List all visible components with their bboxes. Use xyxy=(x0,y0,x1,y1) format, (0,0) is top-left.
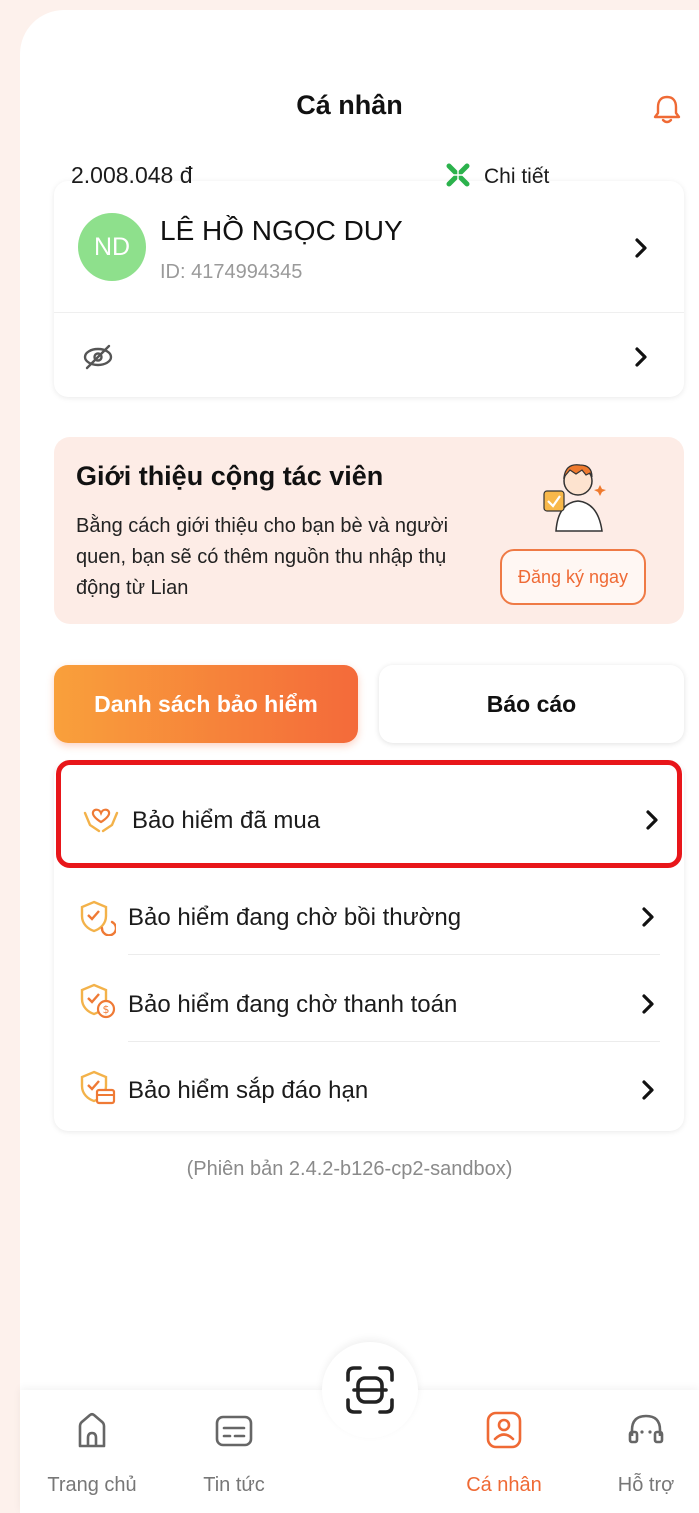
shield-refresh-icon xyxy=(80,900,116,936)
chevron-right-icon[interactable] xyxy=(634,346,648,368)
svg-text:$: $ xyxy=(103,1003,110,1016)
list-item-purchased[interactable]: Bảo hiểm đã mua xyxy=(54,763,684,868)
nav-label: Hỗ trợ xyxy=(617,1474,675,1496)
nav-label: Trang chủ xyxy=(47,1474,137,1496)
referral-description: Bằng cách giới thiệu cho bạn bè và người… xyxy=(76,515,449,599)
list-item-label: Bảo hiểm đã mua xyxy=(132,807,321,834)
referral-title: Giới thiệu cộng tác viên xyxy=(76,461,384,491)
tab-report[interactable]: Báo cáo xyxy=(379,665,684,743)
scan-button[interactable] xyxy=(322,1342,418,1438)
chevron-right-icon xyxy=(642,907,654,927)
shield-calendar-icon xyxy=(80,1070,116,1105)
chevron-right-icon xyxy=(642,994,654,1014)
tab-insurance-list[interactable]: Danh sách bảo hiểm xyxy=(54,665,358,743)
chevron-right-icon xyxy=(635,238,647,258)
list-item-pending-claim[interactable]: Bảo hiểm đang chờ bồi thường xyxy=(54,868,684,955)
list-item-label: Bảo hiểm sắp đáo hạn xyxy=(128,1077,369,1104)
list-item-expiring[interactable]: Bảo hiểm sắp đáo hạn xyxy=(54,1042,684,1131)
nav-home[interactable]: Trang chủ xyxy=(22,1410,162,1497)
hands-heart-icon xyxy=(83,808,119,833)
list-item-label: Bảo hiểm đang chờ bồi thường xyxy=(128,904,462,931)
bell-icon[interactable] xyxy=(650,92,684,126)
nav-news[interactable]: Tin tức xyxy=(164,1410,304,1497)
eye-off-icon[interactable] xyxy=(82,343,114,371)
home-icon xyxy=(78,1412,106,1448)
detail-link[interactable]: Chi tiết xyxy=(484,165,549,189)
list-item-pending-payment[interactable]: $ Bảo hiểm đang chờ thanh toán xyxy=(54,955,684,1042)
app-version: (Phiên bản 2.4.2-b126-cp2-sandbox) xyxy=(186,1158,513,1180)
balance-amount: 2.008.048 đ xyxy=(71,162,193,188)
news-icon xyxy=(215,1415,253,1447)
nav-profile[interactable]: Cá nhân xyxy=(434,1410,574,1497)
nav-label: Tin tức xyxy=(203,1474,265,1496)
user-name: LÊ HỒ NGỌC DUY xyxy=(160,215,403,246)
profile-card: ND LÊ HỒ NGỌC DUY ID: 4174994345 xyxy=(54,181,684,397)
user-id: ID: 4174994345 xyxy=(160,261,303,283)
profile-icon xyxy=(486,1411,522,1449)
collaborator-illustration xyxy=(543,464,606,532)
page-title: Cá nhân xyxy=(296,90,403,120)
shield-dollar-icon: $ xyxy=(80,983,116,1019)
detail-x-icon xyxy=(446,163,470,187)
insurance-list: Bảo hiểm đã mua Bảo hiểm đang chờ bồi th… xyxy=(54,763,684,1131)
balance-row xyxy=(54,313,684,397)
chevron-right-icon xyxy=(642,1080,654,1100)
nav-label: Cá nhân xyxy=(466,1474,542,1496)
profile-row[interactable]: ND LÊ HỒ NGỌC DUY ID: 4174994345 xyxy=(54,181,684,313)
support-icon xyxy=(628,1414,664,1444)
register-now-button[interactable]: Đăng ký ngay xyxy=(500,549,646,605)
nav-support[interactable]: Hỗ trợ xyxy=(576,1410,699,1497)
avatar: ND xyxy=(78,213,146,281)
list-item-label: Bảo hiểm đang chờ thanh toán xyxy=(128,991,458,1018)
chevron-right-icon xyxy=(646,810,658,830)
referral-banner: Giới thiệu cộng tác viên Bằng cách giới … xyxy=(54,437,684,624)
scan-icon xyxy=(346,1366,394,1414)
